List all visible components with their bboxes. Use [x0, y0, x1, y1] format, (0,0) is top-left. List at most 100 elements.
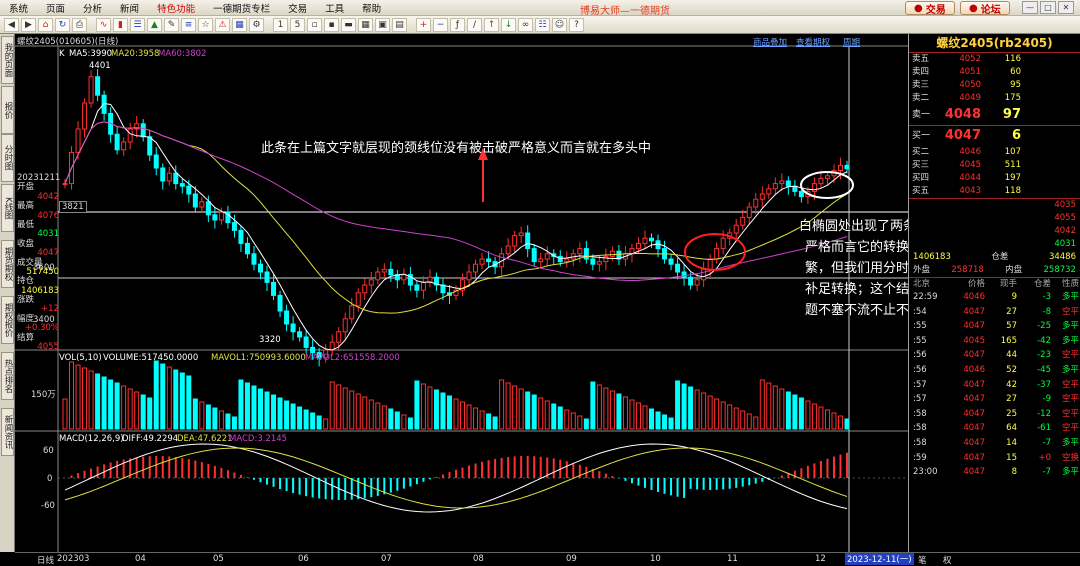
- order-row[interactable]: 卖五 4052 116: [909, 53, 1080, 66]
- candle-body: [179, 183, 185, 187]
- order-row[interactable]: 买一 4047 6: [909, 126, 1080, 146]
- stat-value: 4031: [1054, 239, 1076, 249]
- weight-icon[interactable]: ∞: [518, 17, 533, 32]
- period-link[interactable]: 周期: [843, 36, 860, 48]
- draw-line-icon[interactable]: ∕: [467, 17, 482, 32]
- period-60-icon[interactable]: ▬: [341, 17, 356, 32]
- side-tab-6[interactable]: 热点排名: [1, 352, 14, 400]
- menu-item-0[interactable]: 系统: [0, 1, 37, 15]
- intraday-icon[interactable]: ∿: [96, 17, 111, 32]
- tick-oi-diff: -12: [1037, 408, 1051, 419]
- menu-item-5[interactable]: 一德期货专栏: [204, 1, 279, 15]
- menu-item-1[interactable]: 页面: [37, 1, 74, 15]
- side-tab-4[interactable]: 期货期权: [1, 240, 14, 288]
- forum-button[interactable]: ● 论坛: [960, 1, 1010, 16]
- indicator-icon[interactable]: ƒ: [450, 17, 465, 32]
- tab-trades[interactable]: 笔: [918, 554, 927, 566]
- side-tab-5[interactable]: 期权报价: [1, 296, 14, 344]
- chart-icon[interactable]: ▲: [147, 17, 162, 32]
- order-row[interactable]: 买二 4046 107: [909, 146, 1080, 159]
- kline-icon[interactable]: ▮: [113, 17, 128, 32]
- candle-body: [420, 281, 426, 291]
- volume-bar: [310, 412, 316, 430]
- tick-list[interactable]: 22:59 4046 9 -3 多平:54 4047 27 -8 空平:55 4047 57 -25 多…: [909, 290, 1080, 480]
- order-row[interactable]: 买三 4045 511: [909, 159, 1080, 172]
- tick-row[interactable]: :57 4047 42 -37 空平: [909, 378, 1080, 393]
- star-icon[interactable]: ☆: [198, 17, 213, 32]
- tick-row[interactable]: :58 4047 64 -61 空平: [909, 421, 1080, 436]
- kline-chart[interactable]: 螺纹2405(010605)(日线) K MA5:3990 MA20:3958 …: [15, 34, 1039, 552]
- order-price: 4052: [959, 54, 981, 64]
- back-icon[interactable]: ◀: [4, 17, 19, 32]
- period-15-icon[interactable]: ▫: [307, 17, 322, 32]
- tick-oi-diff: -42: [1037, 335, 1051, 346]
- menu-item-7[interactable]: 工具: [316, 1, 353, 15]
- quote-label-5: 成交量: [17, 257, 43, 268]
- period-5-icon[interactable]: 5: [290, 17, 305, 32]
- tick-row[interactable]: :58 4047 14 -7 多平: [909, 436, 1080, 451]
- tick-row[interactable]: 22:59 4046 9 -3 多平: [909, 290, 1080, 305]
- trade-button[interactable]: ● 交易: [905, 1, 955, 16]
- menu-item-6[interactable]: 交易: [279, 1, 316, 15]
- menu-item-2[interactable]: 分析: [74, 1, 111, 15]
- overlay-link[interactable]: 商品叠加: [753, 36, 787, 48]
- tick-row[interactable]: :57 4047 27 -9 空平: [909, 392, 1080, 407]
- volume-bar: [518, 388, 524, 430]
- menu-item-3[interactable]: 新闻: [111, 1, 148, 15]
- tick-row[interactable]: :54 4047 27 -8 空平: [909, 305, 1080, 320]
- side-tab-3[interactable]: K线图: [1, 184, 14, 232]
- up-arrow-icon[interactable]: ↑: [484, 17, 499, 32]
- candle-body: [140, 123, 146, 138]
- order-row[interactable]: 卖一 4048 97: [909, 105, 1080, 125]
- print-icon[interactable]: ⎙: [72, 17, 87, 32]
- help-icon[interactable]: ?: [569, 17, 584, 32]
- order-row[interactable]: 卖四 4051 60: [909, 66, 1080, 79]
- order-row[interactable]: 卖二 4049 175: [909, 92, 1080, 105]
- home-icon[interactable]: ⌂: [38, 17, 53, 32]
- side-tab-7[interactable]: 新闻资讯: [1, 408, 14, 456]
- zoom-in-icon[interactable]: +: [416, 17, 431, 32]
- forward-icon[interactable]: ▶: [21, 17, 36, 32]
- minimize-icon[interactable]: —: [1022, 1, 1038, 14]
- view-options-link[interactable]: 查看期权: [796, 36, 830, 48]
- user-icon[interactable]: ☺: [552, 17, 567, 32]
- period-day-icon[interactable]: ▦: [358, 17, 373, 32]
- volume-bar: [401, 414, 407, 430]
- tick-row[interactable]: :55 4047 57 -25 多平: [909, 319, 1080, 334]
- period-1-icon[interactable]: 1: [273, 17, 288, 32]
- period-week-icon[interactable]: ▣: [375, 17, 390, 32]
- menu-item-4[interactable]: 特色功能: [148, 1, 204, 15]
- close-icon[interactable]: ✕: [1058, 1, 1074, 14]
- maximize-icon[interactable]: □: [1040, 1, 1056, 14]
- side-tab-2[interactable]: 分时图: [1, 134, 14, 182]
- zoom-out-icon[interactable]: −: [433, 17, 448, 32]
- quote-icon[interactable]: ☰: [130, 17, 145, 32]
- menu-item-8[interactable]: 帮助: [353, 1, 390, 15]
- volume-bar: [583, 418, 589, 430]
- order-row[interactable]: 卖三 4050 95: [909, 79, 1080, 92]
- volume-bar: [121, 385, 127, 430]
- side-tab-1[interactable]: 报价: [1, 86, 14, 134]
- tick-row[interactable]: :59 4047 15 +0 空换: [909, 451, 1080, 466]
- period-month-icon[interactable]: ▤: [392, 17, 407, 32]
- tick-row[interactable]: :58 4047 25 -12 空平: [909, 407, 1080, 422]
- trade-button-label: 交易: [925, 4, 946, 16]
- tick-row[interactable]: :56 4046 52 -45 多平: [909, 363, 1080, 378]
- list-icon[interactable]: ≡: [181, 17, 196, 32]
- grid-icon[interactable]: ▦: [232, 17, 247, 32]
- down-arrow-icon[interactable]: ↓: [501, 17, 516, 32]
- tick-row[interactable]: :55 4045 165 -42 多平: [909, 334, 1080, 349]
- order-row[interactable]: 买四 4044 197: [909, 172, 1080, 185]
- period-30-icon[interactable]: ▪: [324, 17, 339, 32]
- quote-label-6: 持仓: [17, 276, 35, 287]
- tab-rights[interactable]: 权: [943, 554, 952, 566]
- alert-icon[interactable]: ⚠: [215, 17, 230, 32]
- tick-row[interactable]: 23:00 4047 8 -7 多平: [909, 465, 1080, 480]
- settings-icon[interactable]: ⚙: [249, 17, 264, 32]
- order-row[interactable]: 买五 4043 118: [909, 185, 1080, 198]
- news-icon[interactable]: ✎: [164, 17, 179, 32]
- side-tab-0[interactable]: 我的页面: [1, 36, 14, 84]
- calendar-icon[interactable]: ☷: [535, 17, 550, 32]
- refresh-icon[interactable]: ↻: [55, 17, 70, 32]
- tick-row[interactable]: :56 4047 44 -23 空平: [909, 348, 1080, 363]
